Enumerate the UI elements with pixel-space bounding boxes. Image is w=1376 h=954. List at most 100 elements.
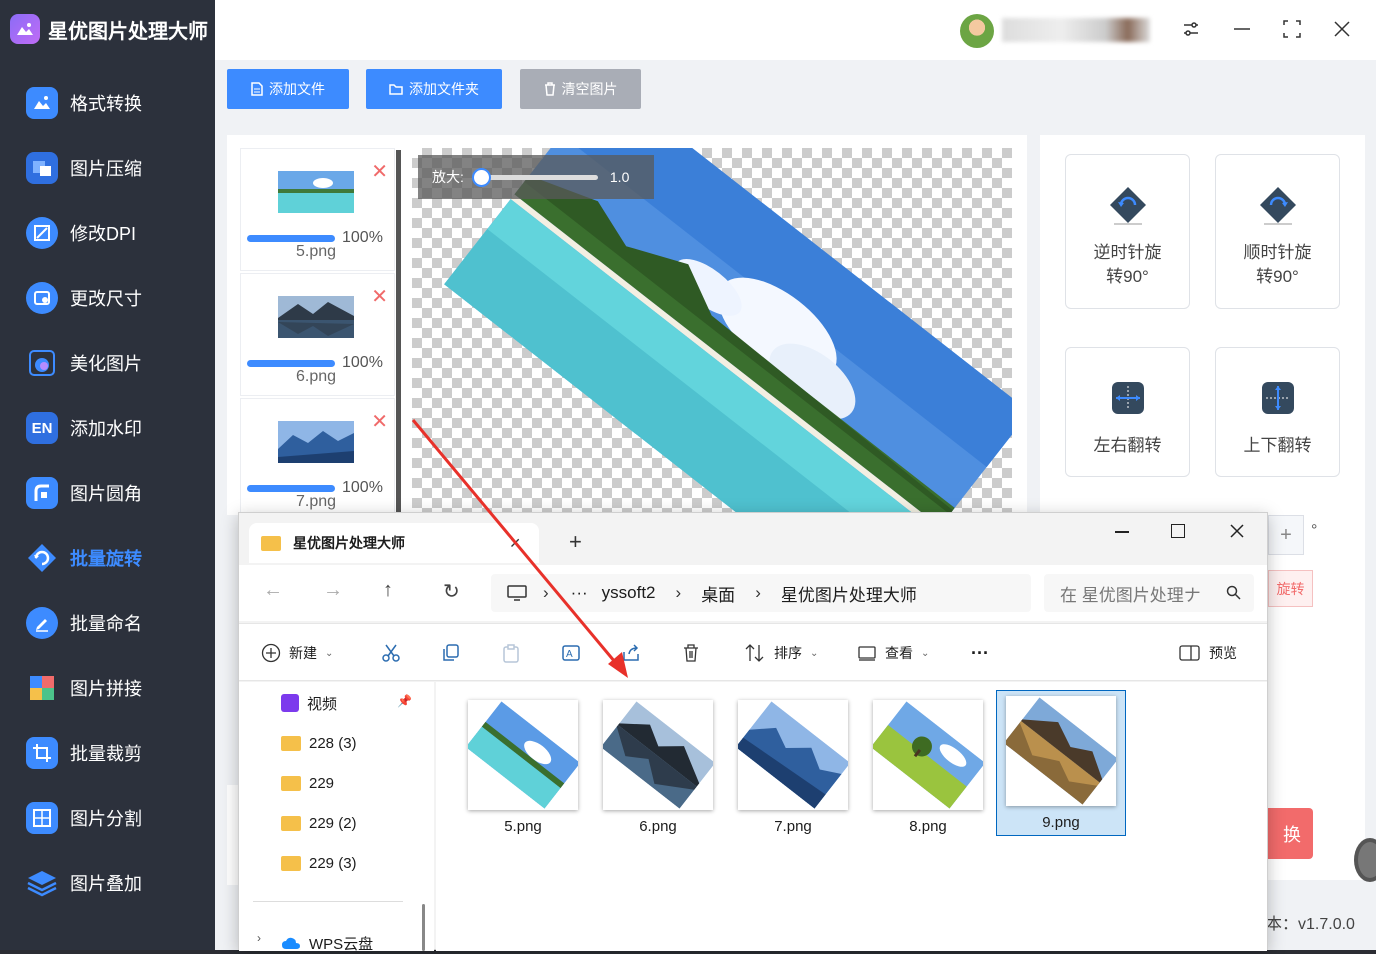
copy-icon[interactable] xyxy=(441,640,461,666)
sort-button[interactable]: 排序 ⌄ xyxy=(744,640,818,666)
app-window: 星优图片处理大师 格式转换 图片压缩 修改DPI 更改尺寸 美化图片 EN 添加… xyxy=(0,0,1376,953)
nav-item-folder[interactable]: 229 xyxy=(281,772,334,794)
nav-scrollbar[interactable] xyxy=(422,904,425,951)
expand-chevron-icon[interactable]: › xyxy=(257,931,261,945)
sidebar-item-label: 美化图片 xyxy=(70,354,142,374)
up-arrow-icon[interactable]: ↑ xyxy=(383,579,393,602)
flip-vertical-button[interactable]: 上下翻转 xyxy=(1215,347,1340,477)
search-input[interactable]: 在 星优图片处理ナ xyxy=(1044,574,1254,612)
rotate-ccw-button[interactable]: 逆时针旋 转90° xyxy=(1065,154,1190,309)
file-card[interactable]: ✕ 100% 6.png xyxy=(240,273,395,396)
new-tab-icon[interactable]: + xyxy=(569,529,582,555)
maximize-icon[interactable] xyxy=(1277,14,1307,44)
flip-horizontal-button[interactable]: 左右翻转 xyxy=(1065,347,1190,477)
folder-icon xyxy=(281,735,301,751)
nav-item-label: WPS云盘 xyxy=(309,935,374,953)
settings-sliders-icon[interactable] xyxy=(1176,14,1206,44)
file-item-selected[interactable]: 9.png xyxy=(996,690,1126,836)
sidebar-item-overlay[interactable]: 图片叠加 xyxy=(26,863,142,903)
sidebar-item-batch-crop[interactable]: 批量裁剪 xyxy=(26,733,142,773)
rotate-custom-button[interactable]: 旋转 xyxy=(1268,570,1313,607)
sidebar-item-stitch[interactable]: 图片拼接 xyxy=(26,668,142,708)
explorer-maximize-icon[interactable] xyxy=(1171,524,1185,538)
tab-close-icon[interactable]: ✕ xyxy=(509,535,521,552)
delete-icon[interactable] xyxy=(681,640,701,666)
forward-arrow-icon[interactable]: → xyxy=(323,579,343,602)
more-options-button[interactable]: ··· xyxy=(971,640,989,666)
beautify-icon xyxy=(26,347,58,379)
tab-title: 星优图片处理大师 xyxy=(293,535,405,551)
cut-icon[interactable] xyxy=(381,640,401,666)
remove-file-icon[interactable]: ✕ xyxy=(371,284,388,309)
file-name: 6.png xyxy=(295,368,337,385)
breadcrumb-item[interactable]: yssoft2 xyxy=(602,583,656,603)
sidebar-item-batch-rename[interactable]: 批量命名 xyxy=(26,603,142,643)
close-icon[interactable] xyxy=(1327,14,1357,44)
nav-item-folder[interactable]: 229 (3) xyxy=(281,852,357,874)
sidebar-item-rounded-corner[interactable]: 图片圆角 xyxy=(26,473,142,513)
pin-icon[interactable]: 📌 xyxy=(397,694,412,708)
angle-increment-button[interactable]: + xyxy=(1268,515,1304,555)
file-card[interactable]: ✕ 100% 5.png xyxy=(240,148,395,271)
user-avatar[interactable] xyxy=(960,14,994,48)
sidebar-item-split[interactable]: 图片分割 xyxy=(26,798,142,838)
sidebar-item-batch-rotate[interactable]: 批量旋转 xyxy=(26,538,142,578)
clear-images-label: 清空图片 xyxy=(561,81,618,97)
search-placeholder: 在 星优图片处理ナ xyxy=(1060,585,1201,605)
address-bar-row: ← → ↑ ↻ › ··· yssoft2 › 桌面 › 星优图片处理大师 在 … xyxy=(239,565,1267,621)
file-item[interactable]: 5.png xyxy=(458,696,588,842)
remove-file-icon[interactable]: ✕ xyxy=(371,159,388,184)
brand: 星优图片处理大师 xyxy=(10,12,208,46)
sidebar-item-resize[interactable]: 更改尺寸 xyxy=(26,278,142,318)
file-item[interactable]: 7.png xyxy=(728,696,858,842)
start-convert-button[interactable]: 换 xyxy=(1268,808,1313,859)
clear-images-button[interactable]: 清空图片 xyxy=(520,69,641,109)
nav-item-wps-cloud[interactable]: WPS云盘 xyxy=(281,932,373,954)
file-item[interactable]: 8.png xyxy=(863,696,993,842)
paste-icon[interactable] xyxy=(501,640,521,666)
nav-item-folder[interactable]: 228 (3) xyxy=(281,732,357,754)
nav-item-videos[interactable]: 视频 xyxy=(281,692,337,714)
add-folder-button[interactable]: 添加文件夹 xyxy=(366,69,502,109)
minimize-icon[interactable] xyxy=(1227,14,1257,44)
remove-file-icon[interactable]: ✕ xyxy=(371,409,388,434)
add-file-label: 添加文件 xyxy=(269,81,325,97)
new-button[interactable]: 新建 ⌄ xyxy=(261,640,333,666)
preview-label: 预览 xyxy=(1209,645,1237,661)
file-item[interactable]: 6.png xyxy=(593,696,723,842)
view-button[interactable]: 查看 ⌄ xyxy=(857,640,929,666)
back-arrow-icon[interactable]: ← xyxy=(263,579,283,602)
sidebar-item-compress[interactable]: 图片压缩 xyxy=(26,148,142,188)
chevron-down-icon: ⌄ xyxy=(921,647,930,659)
sidebar-item-dpi[interactable]: 修改DPI xyxy=(26,213,136,253)
add-file-button[interactable]: 添加文件 xyxy=(227,69,349,109)
tab-current-folder[interactable]: 星优图片处理大师 ✕ xyxy=(249,523,539,563)
start-convert-label: 换 xyxy=(1283,824,1301,845)
preview-pane-button[interactable]: 预览 xyxy=(1179,640,1237,666)
sidebar-item-label: 批量命名 xyxy=(70,614,142,634)
sidebar-item-label: 修改DPI xyxy=(70,224,137,244)
zoom-slider[interactable] xyxy=(471,167,598,187)
list-scrollbar[interactable] xyxy=(396,150,401,512)
breadcrumb-item[interactable]: 星优图片处理大师 xyxy=(781,581,917,606)
rename-icon[interactable]: A xyxy=(561,640,583,666)
sidebar-item-beautify[interactable]: 美化图片 xyxy=(26,343,142,383)
file-card[interactable]: ✕ 100% 7.png xyxy=(240,398,395,513)
breadcrumb[interactable]: › ··· yssoft2 › 桌面 › 星优图片处理大师 xyxy=(491,574,1031,612)
share-icon[interactable] xyxy=(621,640,641,666)
sidebar-item-watermark[interactable]: EN 添加水印 xyxy=(26,408,142,448)
rename-icon xyxy=(26,607,58,639)
refresh-icon[interactable]: ↻ xyxy=(443,579,460,604)
breadcrumb-overflow[interactable]: ··· xyxy=(571,583,588,603)
breadcrumb-item[interactable]: 桌面 xyxy=(701,581,735,606)
rotate-cw-button[interactable]: 顺时针旋 转90° xyxy=(1215,154,1340,309)
dpi-icon xyxy=(26,217,58,249)
zoom-value: 1.0 xyxy=(609,169,630,185)
nav-item-label: 视频 xyxy=(307,695,338,713)
explorer-minimize-icon[interactable] xyxy=(1115,531,1129,533)
sidebar-item-format-convert[interactable]: 格式转换 xyxy=(26,83,142,123)
nav-item-folder[interactable]: 229 (2) xyxy=(281,812,357,834)
zoom-slider-handle[interactable] xyxy=(471,167,491,187)
explorer-close-icon[interactable] xyxy=(1229,523,1245,539)
sidebar-item-label: 添加水印 xyxy=(70,419,142,439)
